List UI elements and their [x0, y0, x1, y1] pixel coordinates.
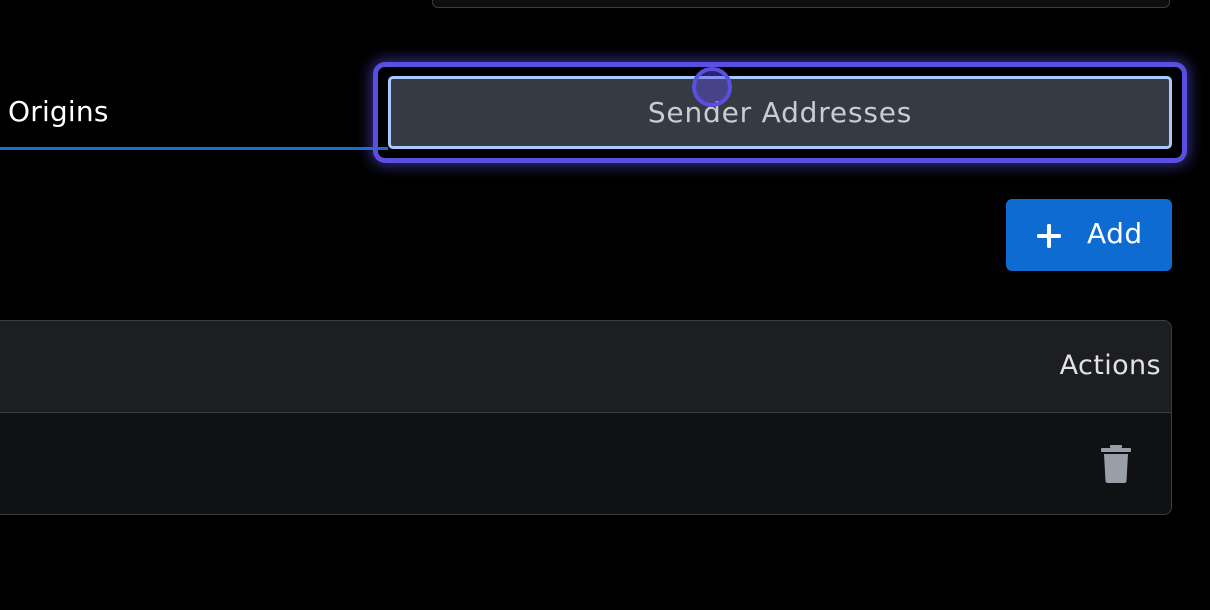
tab-sender-addresses-label: Sender Addresses	[647, 96, 913, 129]
add-button[interactable]: Add	[1006, 199, 1172, 271]
add-button-label: Add	[1087, 217, 1143, 250]
cursor-indicator	[692, 67, 732, 107]
column-header-actions: Actions	[1059, 350, 1161, 381]
trash-icon[interactable]	[1101, 445, 1131, 483]
tab-origins[interactable]: Origins	[0, 78, 388, 150]
tab-active-underline	[0, 147, 388, 150]
tab-sender-addresses[interactable]: Sender Addresses	[388, 76, 1172, 149]
table-row	[0, 413, 1171, 514]
tab-origins-label: Origins	[8, 95, 109, 128]
plus-icon	[1037, 224, 1061, 248]
table-header: Actions	[0, 321, 1171, 413]
top-input-field[interactable]	[432, 0, 1170, 8]
sender-addresses-table: Actions	[0, 320, 1172, 515]
